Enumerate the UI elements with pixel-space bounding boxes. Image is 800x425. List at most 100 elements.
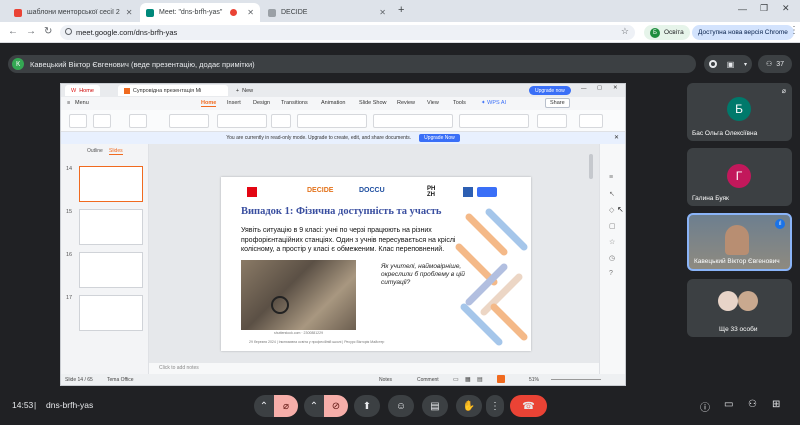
- audio-options-button[interactable]: ⌃: [254, 395, 274, 417]
- vertical-scrollbar[interactable]: [589, 154, 593, 179]
- shapes-icon[interactable]: ◇: [609, 206, 614, 214]
- ribbon-tab-animation[interactable]: Animation: [321, 100, 345, 106]
- font-size-select[interactable]: [271, 114, 291, 128]
- ribbon-tab-design[interactable]: Design: [253, 100, 270, 106]
- close-icon[interactable]: ✕: [241, 8, 254, 17]
- ribbon-tab-slideshow[interactable]: Slide Show: [359, 100, 387, 106]
- normal-view-icon[interactable]: ▭: [453, 376, 459, 383]
- upgrade-now-top-button[interactable]: Upgrade now: [529, 86, 571, 95]
- notes-toggle[interactable]: Notes: [379, 377, 392, 383]
- browser-tab-decide[interactable]: DECIDE ✕: [262, 3, 392, 22]
- presentation-controls[interactable]: ▣ ▾: [704, 55, 752, 73]
- current-slide[interactable]: DECIDE DOCCU PH ZH Випадок 1: Фізична до…: [221, 177, 531, 351]
- comment-toggle[interactable]: Comment: [417, 377, 439, 383]
- ribbon-tab-transitions[interactable]: Transitions: [281, 100, 308, 106]
- font-style-group[interactable]: [297, 114, 367, 128]
- participant-tile[interactable]: Б ⌀ Бас Ольга Олексіївна: [687, 83, 792, 141]
- layout-icon[interactable]: [169, 114, 209, 128]
- properties-icon[interactable]: ≡: [609, 174, 613, 181]
- wps-doc-tab[interactable]: Супровідна презентація Mi: [117, 85, 228, 96]
- more-participants-tile[interactable]: Ще 33 особи: [687, 279, 792, 337]
- window-close-icon[interactable]: ✕: [782, 3, 790, 14]
- reload-icon[interactable]: ↻: [44, 26, 52, 37]
- maximize-icon[interactable]: ❐: [760, 3, 768, 14]
- leave-call-button[interactable]: ☎: [510, 395, 547, 417]
- format-painter-icon[interactable]: [69, 114, 87, 128]
- menu-dots-icon[interactable]: ⋮: [789, 25, 799, 36]
- history-icon[interactable]: ◷: [609, 254, 615, 262]
- drawing-group[interactable]: [459, 114, 529, 128]
- wps-new-tab[interactable]: + New: [230, 85, 259, 96]
- emoji-button[interactable]: ☺: [388, 395, 414, 417]
- participants-button[interactable]: ⚇ 37: [758, 55, 792, 73]
- cursor-icon[interactable]: ↖: [609, 190, 615, 198]
- chrome-update-button[interactable]: Доступна нова версія Chrome: [692, 25, 794, 40]
- close-icon[interactable]: ✕: [613, 85, 618, 91]
- paragraph-group[interactable]: [373, 114, 453, 128]
- close-icon[interactable]: ✕: [614, 134, 619, 141]
- participant-tile[interactable]: Г Галина Буяк: [687, 148, 792, 206]
- ribbon-tab-view[interactable]: View: [427, 100, 439, 106]
- slide-tools-icon[interactable]: [537, 114, 567, 128]
- video-options-button[interactable]: ⌃: [304, 395, 324, 417]
- more-options-button[interactable]: ⋮: [486, 395, 504, 417]
- bookmark-star-icon[interactable]: ☆: [621, 26, 629, 37]
- help-icon[interactable]: ?: [609, 270, 613, 277]
- outline-tab[interactable]: Outline: [87, 148, 103, 154]
- record-icon[interactable]: [708, 60, 717, 68]
- image-icon[interactable]: ▢: [609, 222, 616, 230]
- raise-hand-button[interactable]: ✋: [456, 395, 482, 417]
- present-button[interactable]: ⬆: [354, 395, 380, 417]
- minimize-icon[interactable]: —: [738, 4, 747, 14]
- activities-icon[interactable]: ⊞: [772, 399, 780, 410]
- slide-question: Як учителі, наймовірніше, окреслили б пр…: [381, 263, 465, 286]
- slide-thumbnail[interactable]: [79, 252, 143, 288]
- info-icon[interactable]: ⓘ: [700, 399, 710, 414]
- sorter-view-icon[interactable]: ▦: [465, 376, 471, 383]
- people-icon[interactable]: ⚇: [748, 399, 757, 410]
- maximize-icon[interactable]: ▢: [597, 85, 602, 91]
- star-icon[interactable]: ☆: [609, 238, 615, 246]
- menu-label[interactable]: Menu: [75, 100, 89, 106]
- captions-button[interactable]: ▤: [422, 395, 448, 417]
- zoom-slider[interactable]: [551, 379, 601, 380]
- screen-off-icon[interactable]: ▣: [727, 60, 735, 69]
- notes-area[interactable]: Click to add notes: [149, 363, 599, 374]
- menu-icon[interactable]: ≡: [67, 100, 70, 106]
- forward-icon[interactable]: →: [26, 26, 36, 37]
- url-input[interactable]: meet.google.com/dns-brfh-yas ☆: [60, 25, 635, 40]
- reading-view-icon[interactable]: ▤: [477, 376, 483, 383]
- browser-tab-meet[interactable]: Meet: "dns-brfh-yas" ✕: [140, 3, 260, 22]
- close-icon[interactable]: ✕: [373, 8, 386, 17]
- slide-thumbnail[interactable]: [79, 166, 143, 202]
- upgrade-now-button[interactable]: Upgrade Now: [419, 134, 460, 142]
- slides-tab[interactable]: Slides: [109, 148, 123, 155]
- ribbon-tab-home[interactable]: Home: [201, 100, 217, 107]
- ribbon-tab-insert[interactable]: Insert: [227, 100, 241, 106]
- play-slideshow-button[interactable]: [497, 375, 505, 383]
- chevron-down-icon[interactable]: ▾: [744, 61, 747, 68]
- settings-icon[interactable]: [579, 114, 603, 128]
- wps-home-tab[interactable]: W Home: [65, 85, 100, 96]
- ribbon-tab-review[interactable]: Review: [397, 100, 415, 106]
- minimize-icon[interactable]: —: [581, 86, 587, 92]
- camera-toggle-button[interactable]: ⊘: [324, 395, 348, 417]
- wps-ai-button[interactable]: ✦ WPS AI: [481, 100, 506, 106]
- participant-tile-active[interactable]: ıl Кавецький Віктор Євгенович: [687, 213, 792, 271]
- slide-thumbnail[interactable]: [79, 295, 143, 331]
- chat-icon[interactable]: ▭: [724, 399, 733, 410]
- paste-icon[interactable]: [93, 114, 111, 128]
- slide-thumbnail[interactable]: [79, 209, 143, 245]
- font-family-select[interactable]: [217, 114, 267, 128]
- close-icon[interactable]: ✕: [120, 8, 133, 17]
- share-button[interactable]: Share: [545, 98, 570, 108]
- new-tab-button[interactable]: +: [398, 4, 404, 16]
- browser-tab-templates[interactable]: шаблони менторської сесії 2 ✕: [8, 3, 138, 22]
- slide-footer: 29 березня 2024 | Інклюзивна освіта у пр…: [249, 340, 385, 344]
- ribbon-tab-tools[interactable]: Tools: [453, 100, 466, 106]
- from-current-slide-icon[interactable]: [129, 114, 147, 128]
- profile-chip[interactable]: Б Освіта: [644, 25, 690, 40]
- mic-toggle-button[interactable]: ⌀: [274, 395, 298, 417]
- back-icon[interactable]: ←: [8, 26, 18, 37]
- site-info-icon[interactable]: [65, 28, 72, 35]
